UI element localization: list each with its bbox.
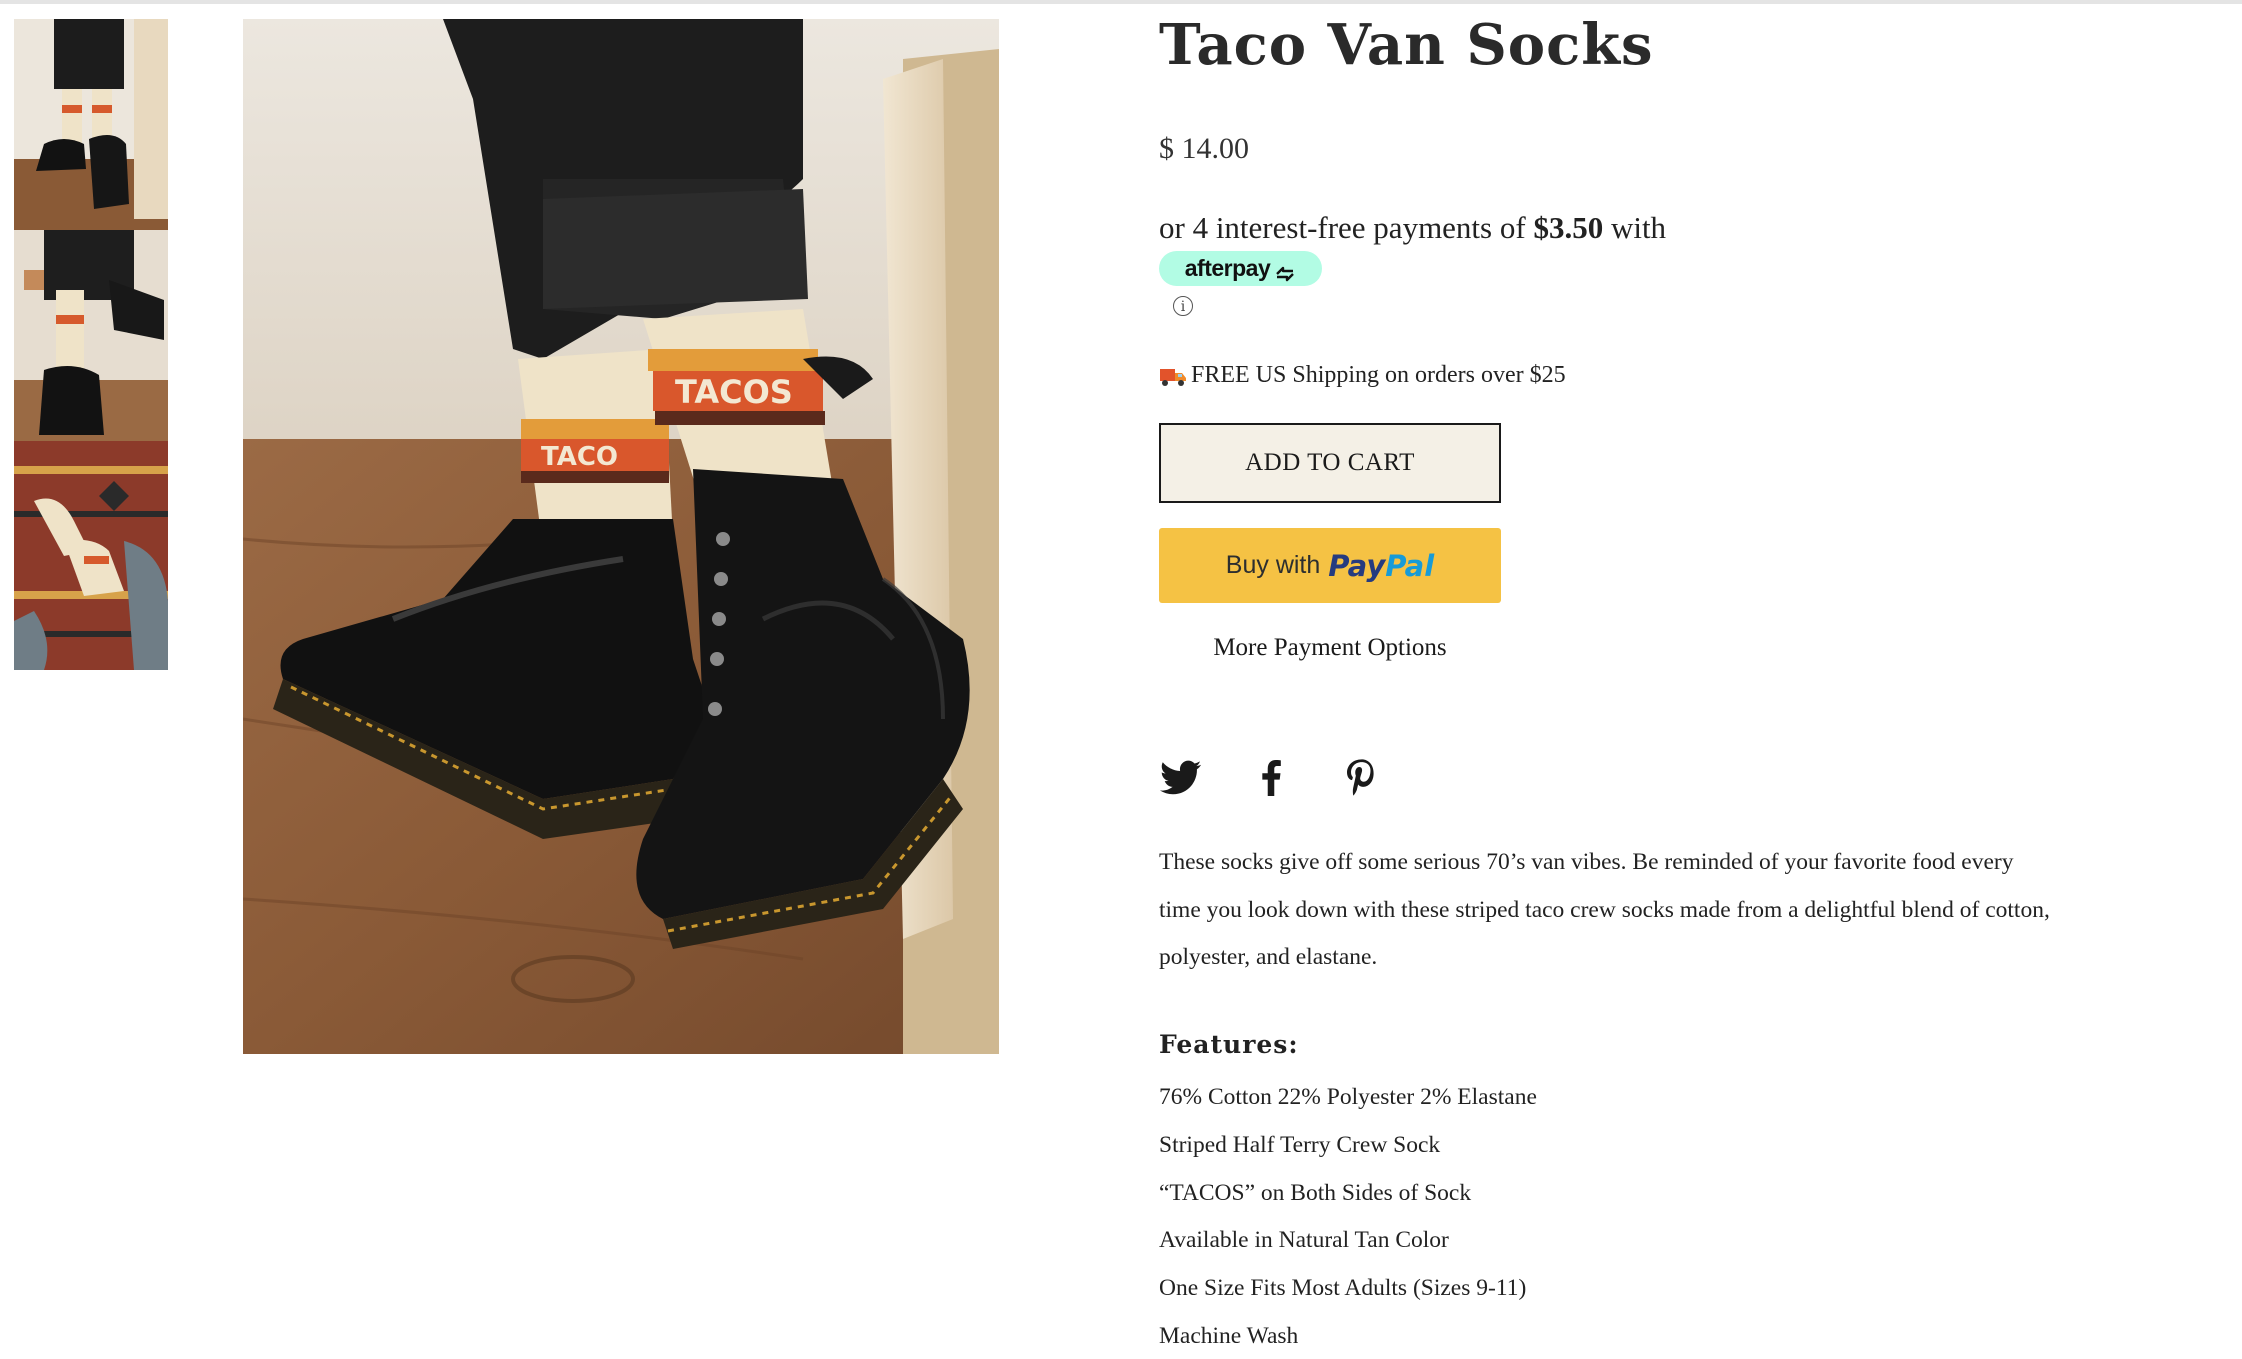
feature-item: Available in Natural Tan Color	[1159, 1227, 1449, 1254]
paypal-prefix: Buy with	[1225, 551, 1321, 579]
afterpay-arrows-icon	[1274, 261, 1296, 281]
product-title: Taco Van Socks	[1159, 12, 1654, 78]
truck-icon	[1159, 365, 1187, 387]
pinterest-icon[interactable]	[1339, 756, 1383, 800]
feature-item: Machine Wash	[1159, 1322, 1299, 1349]
afterpay-badge[interactable]: afterpay	[1159, 251, 1322, 286]
svg-text:TACOS: TACOS	[675, 373, 793, 411]
twitter-icon[interactable]	[1159, 756, 1203, 800]
paypal-logo-pay: Pay	[1328, 548, 1386, 583]
shipping-notice: FREE US Shipping on orders over $25	[1159, 362, 1566, 389]
social-share	[1159, 756, 1383, 800]
paypal-logo: PayPal	[1328, 549, 1434, 583]
product-price: $ 14.00	[1159, 132, 1249, 165]
paypal-logo-pal: Pal	[1385, 548, 1435, 583]
feature-item: One Size Fits Most Adults (Sizes 9-11)	[1159, 1275, 1527, 1302]
thumbnail-3[interactable]	[14, 441, 168, 670]
thumbnail-2[interactable]	[14, 230, 168, 441]
feature-item: “TACOS” on Both Sides of Sock	[1159, 1179, 1472, 1206]
main-product-image[interactable]: TACO TACOS	[243, 19, 999, 1054]
feature-item: 76% Cotton 22% Polyester 2% Elastane	[1159, 1084, 1537, 1110]
more-payment-options-link[interactable]: More Payment Options	[1159, 634, 1501, 662]
info-icon[interactable]: i	[1173, 296, 1193, 316]
feature-item: Striped Half Terry Crew Sock	[1159, 1131, 1441, 1158]
product-description: These socks give off some serious 70’s v…	[1159, 849, 2050, 970]
afterpay-amount: $3.50	[1533, 210, 1604, 245]
svg-text:TACO: TACO	[541, 442, 618, 472]
facebook-icon[interactable]	[1249, 756, 1293, 800]
afterpay-text: or 4 interest-free payments of $3.50 wit…	[1159, 210, 1666, 246]
paypal-button[interactable]: Buy with PayPal	[1159, 528, 1501, 603]
thumbnail-gallery	[14, 19, 168, 670]
shipping-text: FREE US Shipping on orders over $25	[1191, 362, 1566, 388]
afterpay-badge-label: afterpay	[1184, 255, 1271, 281]
features-list: 76% Cotton 22% Polyester 2% Elastane Str…	[1159, 1074, 1537, 1359]
thumbnail-1[interactable]	[14, 19, 168, 230]
product-page: TACO TACOS Taco Van Socks $ 14.00 or 4 i…	[0, 0, 2242, 1359]
afterpay-text-before: or 4 interest-free payments of	[1159, 210, 1534, 245]
features-heading: Features:	[1159, 1030, 1299, 1059]
add-to-cart-button[interactable]: ADD TO CART	[1159, 423, 1501, 503]
afterpay-text-after: with	[1603, 210, 1667, 245]
